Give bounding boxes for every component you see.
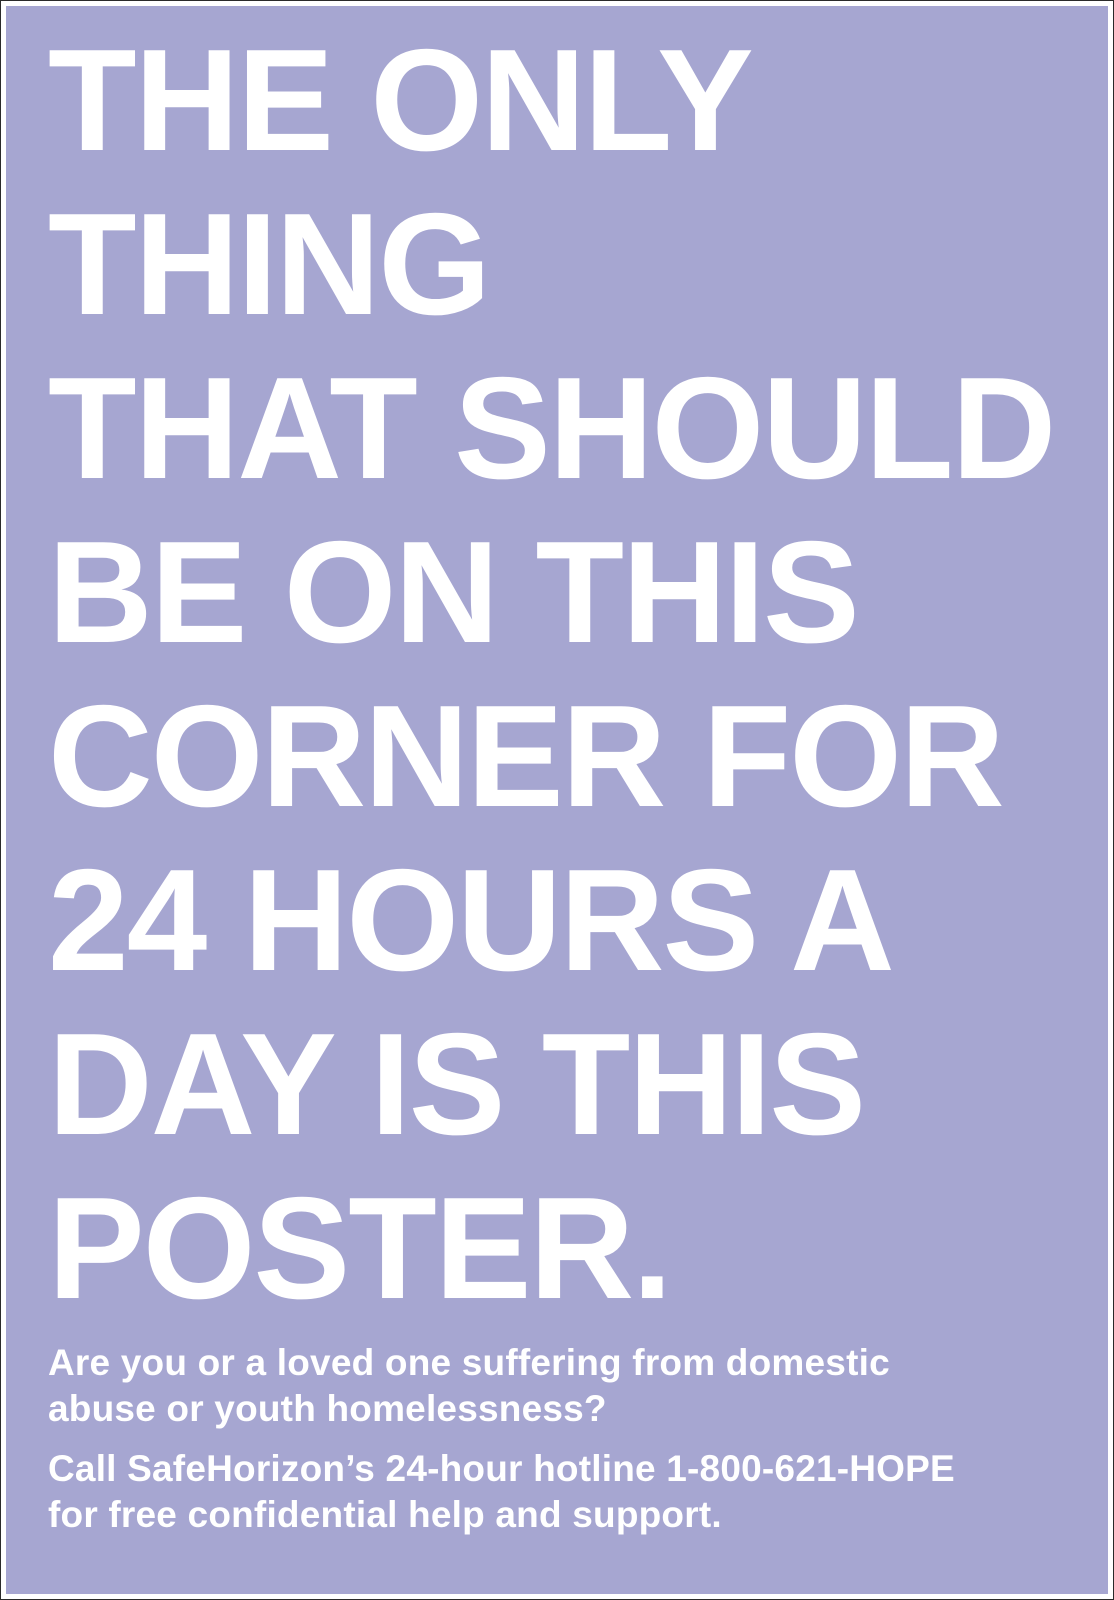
headline-line-3: THAT SHOULD [48,347,1056,509]
headline-line-4: BE ON THIS [48,511,860,673]
headline-line-6: 24 HOURS A [48,839,895,1001]
headline-line-8: POSTER. [48,1167,673,1329]
poster-headline: THE ONLY THING THAT SHOULD BE ON THIS CO… [48,18,1056,1330]
poster: THE ONLY THING THAT SHOULD BE ON THIS CO… [6,6,1108,1594]
hotline-call-to-action: Call SafeHorizon’s 24-hour hotline 1-800… [48,1448,955,1535]
headline-line-2: THING [48,183,491,345]
headline-line-1: THE ONLY [48,19,754,181]
headline-line-5: CORNER FOR [48,675,1005,837]
question-text: Are you or a loved one suffering from do… [48,1342,890,1429]
poster-body-copy: Are you or a loved one suffering from do… [48,1340,1048,1552]
headline-line-7: DAY IS THIS [48,1003,866,1165]
